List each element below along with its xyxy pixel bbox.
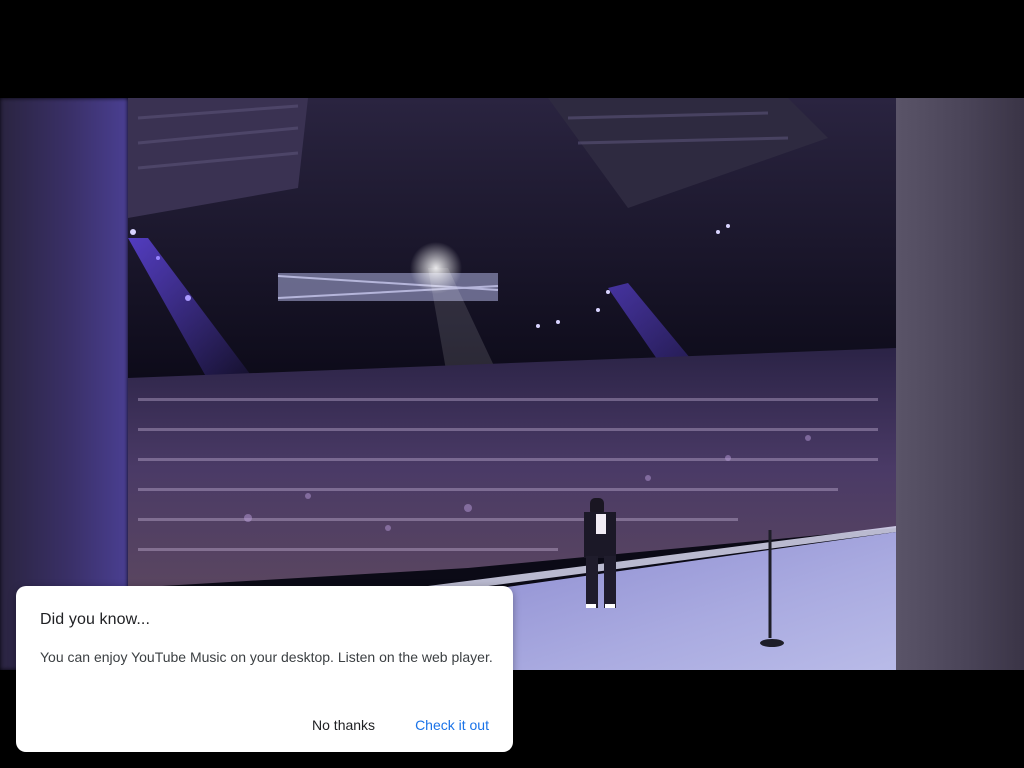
no-thanks-button[interactable]: No thanks bbox=[312, 716, 375, 734]
video-ambient-left bbox=[0, 98, 128, 670]
video-ambient-right bbox=[896, 98, 1024, 670]
check-it-out-button[interactable]: Check it out bbox=[415, 716, 489, 734]
concert-scene-image bbox=[128, 98, 896, 670]
video-player[interactable] bbox=[0, 98, 1024, 670]
dialog-title: Did you know... bbox=[40, 611, 150, 628]
app-screen: Did you know... You can enjoy YouTube Mu… bbox=[0, 0, 1024, 768]
video-frame[interactable] bbox=[128, 98, 896, 670]
did-you-know-dialog: Did you know... You can enjoy YouTube Mu… bbox=[16, 586, 513, 752]
dialog-actions: No thanks Check it out bbox=[312, 716, 489, 734]
dialog-message: You can enjoy YouTube Music on your desk… bbox=[40, 649, 493, 665]
